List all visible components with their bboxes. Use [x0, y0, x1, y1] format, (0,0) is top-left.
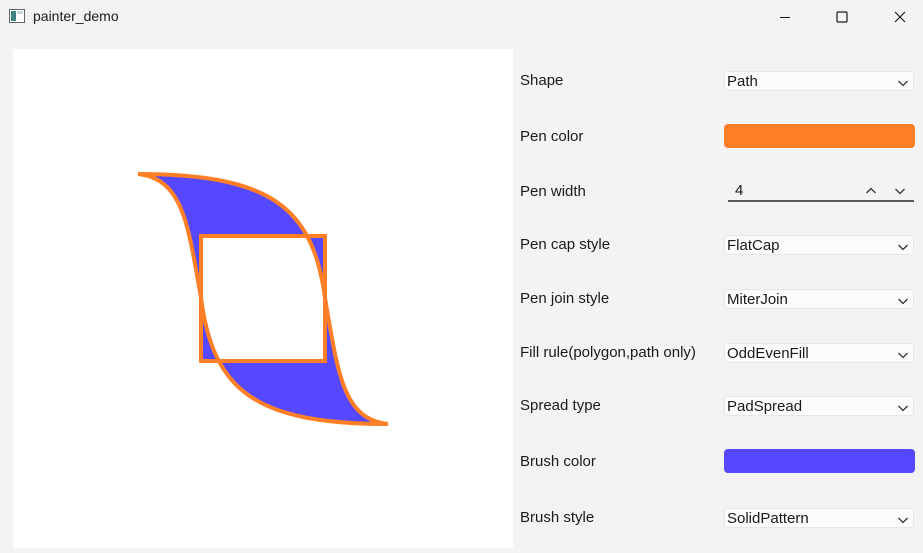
minimize-button[interactable]: [762, 0, 808, 34]
rendered-path-shape: [137, 172, 389, 426]
brush-style-label: Brush style: [520, 509, 595, 526]
pen-width-label: Pen width: [520, 183, 586, 200]
chevron-down-icon[interactable]: [894, 184, 906, 196]
chevron-down-icon: [897, 348, 909, 360]
brush-color-button[interactable]: [724, 449, 915, 473]
chevron-down-icon: [897, 240, 909, 252]
pen-join-style-combobox[interactable]: MiterJoin: [724, 289, 914, 309]
maximize-icon: [836, 11, 848, 23]
brush-style-combobox[interactable]: SolidPattern: [724, 508, 914, 528]
close-button[interactable]: [877, 0, 923, 34]
spread-type-combobox[interactable]: PadSpread: [724, 396, 914, 416]
brush-style-value: SolidPattern: [727, 510, 809, 527]
fill-rule-value: OddEvenFill: [727, 345, 809, 362]
shape-value: Path: [727, 73, 758, 90]
pen-cap-style-label: Pen cap style: [520, 236, 611, 253]
maximize-button[interactable]: [819, 0, 865, 34]
spread-type-value: PadSpread: [727, 398, 803, 415]
pen-width-spinbox[interactable]: 4: [728, 180, 914, 202]
brush-color-label: Brush color: [520, 453, 596, 470]
minimize-icon: [779, 11, 791, 23]
shape-label: Shape: [520, 72, 564, 89]
title-bar: painter_demo: [0, 0, 923, 34]
app-window-icon: [9, 9, 25, 23]
fill-rule-combobox[interactable]: OddEvenFill: [724, 343, 914, 363]
pen-join-style-value: MiterJoin: [727, 291, 788, 308]
pen-color-button[interactable]: [724, 124, 915, 148]
chevron-down-icon: [897, 76, 909, 88]
shape-combobox[interactable]: Path: [724, 71, 914, 91]
render-area: [13, 49, 513, 548]
pen-width-value: 4: [735, 182, 744, 199]
chevron-down-icon: [897, 401, 909, 413]
window-title: painter_demo: [33, 8, 119, 24]
close-icon: [894, 11, 906, 23]
pen-cap-style-combobox[interactable]: FlatCap: [724, 235, 914, 255]
chevron-down-icon: [897, 294, 909, 306]
chevron-down-icon: [897, 513, 909, 525]
pen-cap-style-value: FlatCap: [727, 237, 780, 254]
pen-color-label: Pen color: [520, 128, 584, 145]
chevron-up-icon[interactable]: [865, 184, 877, 196]
spread-type-label: Spread type: [520, 397, 601, 414]
pen-join-style-label: Pen join style: [520, 290, 610, 307]
fill-rule-label: Fill rule(polygon,path only): [520, 344, 696, 361]
